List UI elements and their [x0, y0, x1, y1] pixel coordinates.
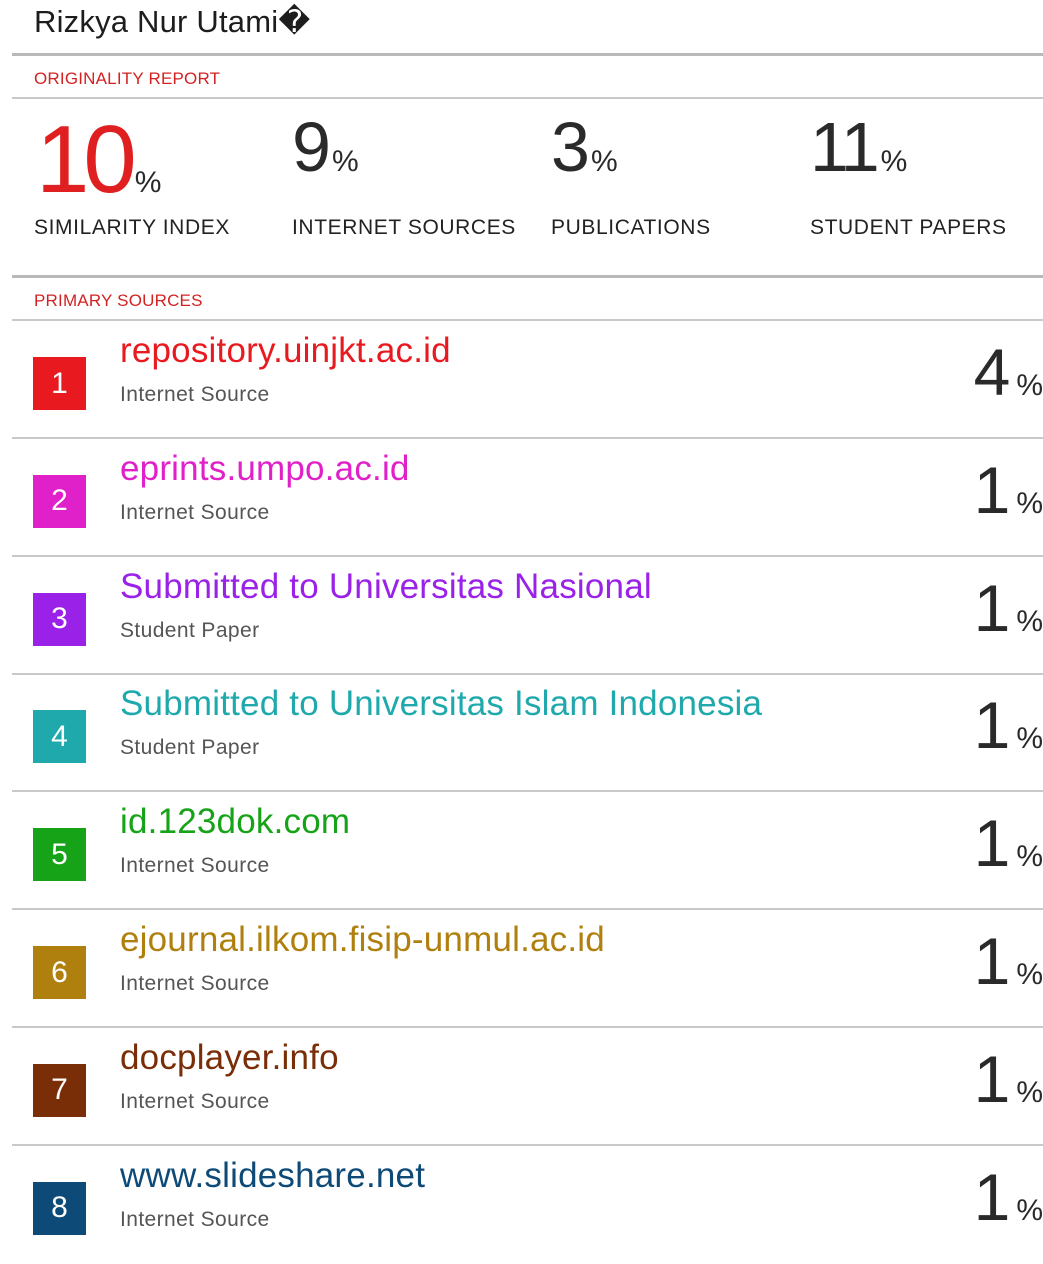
source-share-value: 1	[973, 452, 1011, 527]
source-rank-badge: 1	[33, 357, 86, 410]
publications-value: 3	[551, 108, 590, 186]
source-rank-badge: 3	[33, 592, 86, 646]
percent-sign: %	[1016, 1193, 1043, 1227]
source-row[interactable]: 8 www.slideshare.net Internet Source 1%	[0, 1146, 1043, 1264]
source-type: Internet Source	[120, 500, 270, 524]
source-rank-badge: 2	[33, 474, 86, 528]
source-type: Internet Source	[120, 854, 270, 878]
source-name-link[interactable]: docplayer.info	[120, 1038, 339, 1078]
percent-sign: %	[1016, 958, 1043, 991]
source-share: 1%	[974, 1164, 1043, 1230]
source-name-link[interactable]: id.123dok.com	[120, 802, 350, 842]
source-name-link[interactable]: Submitted to Universitas Islam Indonesia	[120, 684, 762, 724]
source-name-link[interactable]: eprints.umpo.ac.id	[120, 449, 410, 489]
source-share-value: 1	[973, 570, 1011, 645]
source-share: 1%	[974, 692, 1043, 758]
source-rank-badge: 7	[33, 1063, 86, 1117]
percent-sign: %	[1016, 486, 1043, 520]
source-rank-badge: 6	[33, 946, 86, 999]
source-rank-badge: 5	[33, 828, 86, 882]
internet-sources-label: INTERNET SOURCES	[292, 216, 516, 239]
source-name-link[interactable]: repository.uinjkt.ac.id	[120, 331, 451, 371]
stat-similarity-index: 10 % SIMILARITY INDEX	[34, 112, 229, 240]
title-divider	[12, 53, 1043, 56]
stat-student-papers: 11 % STUDENT PAPERS	[810, 108, 1006, 239]
source-row[interactable]: 3 Submitted to Universitas Nasional Studen…	[0, 557, 1043, 675]
stat-publications: 3 % PUBLICATIONS	[551, 108, 710, 239]
source-row[interactable]: 6 ejournal.ilkom.fisip-unmul.ac.id Interne…	[0, 910, 1043, 1028]
percent-sign: %	[1016, 1075, 1043, 1109]
originality-divider	[12, 97, 1043, 99]
primary-sources-label: PRIMARY SOURCES	[34, 291, 203, 310]
percent-sign: %	[1016, 369, 1043, 402]
source-share: 4%	[974, 339, 1043, 405]
student-papers-value: 11	[810, 108, 880, 186]
source-row[interactable]: 4 Submitted to Universitas Islam Indonesi…	[0, 674, 1043, 793]
source-name-link[interactable]: ejournal.ilkom.fisip-unmul.ac.id	[120, 920, 605, 960]
source-row[interactable]: 2 eprints.umpo.ac.id Internet Source 1%	[0, 439, 1043, 557]
stats-divider	[12, 275, 1043, 278]
source-rank-badge: 8	[33, 1181, 86, 1235]
stat-internet-sources: 9 % INTERNET SOURCES	[292, 108, 515, 239]
source-share: 1%	[974, 457, 1043, 523]
source-rank-badge: 4	[33, 710, 86, 764]
source-type: Internet Source	[120, 383, 270, 406]
originality-report-label: ORIGINALITY REPORT	[34, 69, 221, 88]
percent-sign: %	[1016, 840, 1043, 874]
source-row[interactable]: 1 repository.uinjkt.ac.id Internet Source 4…	[0, 321, 1043, 439]
source-type: Student Paper	[120, 618, 260, 642]
source-type: Internet Source	[120, 972, 270, 995]
source-share-value: 1	[973, 806, 1011, 881]
percent-sign: %	[1016, 722, 1043, 756]
percent-sign: %	[590, 145, 618, 178]
percent-sign: %	[134, 166, 162, 199]
source-share: 1%	[974, 1046, 1043, 1112]
source-share-value: 4	[973, 335, 1011, 409]
source-share-value: 1	[973, 1041, 1011, 1116]
source-share: 1%	[974, 575, 1043, 641]
source-type: Internet Source	[120, 1207, 270, 1231]
document-title: Rizkya Nur Utami�	[34, 4, 311, 39]
source-type: Student Paper	[120, 736, 260, 760]
source-row[interactable]: 5 id.123dok.com Internet Source 1%	[0, 792, 1043, 911]
publications-label: PUBLICATIONS	[551, 216, 711, 239]
source-share-value: 1	[973, 924, 1011, 998]
percent-sign: %	[880, 145, 908, 178]
source-share-value: 1	[973, 688, 1011, 763]
percent-sign: %	[1016, 604, 1043, 638]
source-share: 1%	[974, 928, 1043, 994]
source-share: 1%	[974, 810, 1043, 876]
student-papers-label: STUDENT PAPERS	[810, 216, 1007, 239]
similarity-index-value: 10	[36, 106, 137, 213]
source-row[interactable]: 7 docplayer.info Internet Source 1%	[0, 1028, 1043, 1146]
similarity-index-label: SIMILARITY INDEX	[34, 216, 230, 239]
source-share-value: 1	[973, 1159, 1011, 1234]
internet-sources-value: 9	[292, 108, 331, 186]
source-name-link[interactable]: www.slideshare.net	[120, 1156, 425, 1196]
source-type: Internet Source	[120, 1089, 270, 1113]
percent-sign: %	[331, 145, 359, 178]
source-name-link[interactable]: Submitted to Universitas Nasional	[120, 567, 652, 607]
